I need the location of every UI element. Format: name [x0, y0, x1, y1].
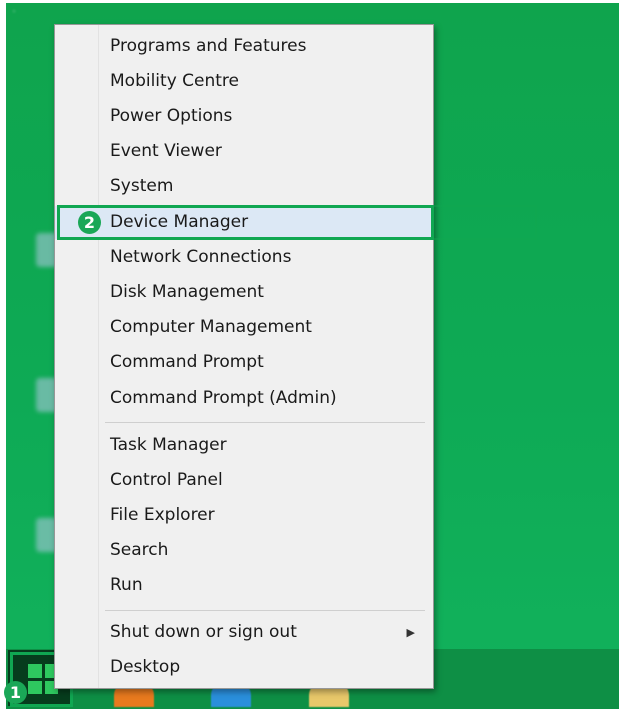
- menu-item-command-prompt[interactable]: Command Prompt: [55, 346, 433, 379]
- menu-item-shut-down-or-sign-out[interactable]: Shut down or sign out ▶: [55, 616, 433, 649]
- menu-item-mobility-centre[interactable]: Mobility Centre: [55, 65, 433, 98]
- menu-item-event-viewer[interactable]: Event Viewer: [55, 135, 433, 168]
- menu-item-control-panel[interactable]: Control Panel: [55, 464, 433, 497]
- menu-item-search[interactable]: Search: [55, 534, 433, 567]
- menu-item-disk-management[interactable]: Disk Management: [55, 276, 433, 309]
- menu-item-file-explorer[interactable]: File Explorer: [55, 499, 433, 532]
- power-user-menu: Programs and Features Mobility Centre Po…: [54, 24, 434, 689]
- step-2-badge: 2: [78, 211, 101, 234]
- menu-separator: [105, 610, 425, 611]
- menu-item-run[interactable]: Run: [55, 569, 433, 602]
- menu-item-computer-management[interactable]: Computer Management: [55, 311, 433, 344]
- menu-item-task-manager[interactable]: Task Manager: [55, 429, 433, 462]
- menu-item-programs-and-features[interactable]: Programs and Features: [55, 30, 433, 63]
- menu-item-command-prompt-admin[interactable]: Command Prompt (Admin): [55, 382, 433, 415]
- desktop-icon-label-blurred: ·: [12, 5, 17, 20]
- menu-separator: [105, 422, 425, 423]
- menu-item-power-options[interactable]: Power Options: [55, 100, 433, 133]
- menu-item-system[interactable]: System: [55, 170, 433, 203]
- menu-item-network-connections[interactable]: Network Connections: [55, 241, 433, 274]
- menu-item-desktop[interactable]: Desktop: [55, 651, 433, 684]
- step-1-badge: 1: [4, 681, 27, 704]
- menu-item-label: Shut down or sign out: [110, 622, 297, 642]
- device-manager-highlight: [57, 205, 434, 240]
- device-manager-highlight-shadow: [431, 205, 537, 240]
- chevron-right-icon: ▶: [406, 626, 415, 639]
